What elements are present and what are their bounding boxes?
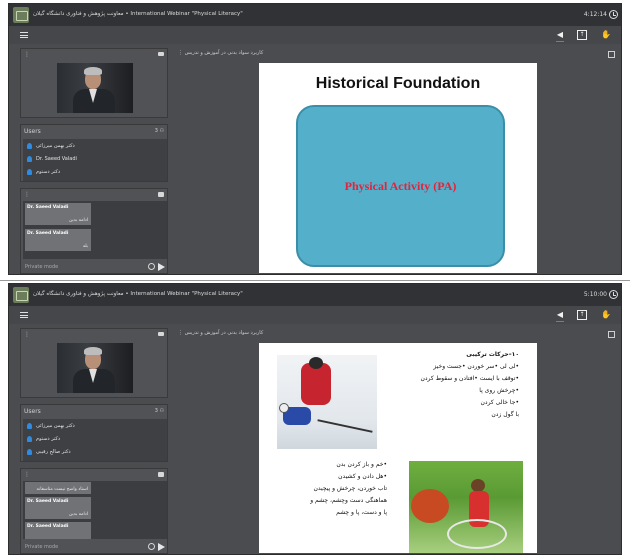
chat-message: Dr. Saeed Valadi ادامه بدین <box>25 497 91 519</box>
slide-bullet: •جا خالی کردن <box>480 399 519 406</box>
fullscreen-icon[interactable] <box>608 331 615 338</box>
university-logo-icon <box>13 287 29 303</box>
slide-bullet: •لی لی •سر خوردن •جست وخیز <box>433 363 519 370</box>
chat-message: استاد واضح نیست متاسفانه <box>25 482 91 494</box>
basketball-photo <box>409 461 523 553</box>
slide-box-text: Physical Activity (PA) <box>344 179 457 193</box>
session-timer: 4:12:14 <box>583 11 607 18</box>
share-screen-icon[interactable]: ↑ <box>577 310 587 320</box>
raise-hand-icon[interactable]: ✋ <box>601 310 611 320</box>
chat-message: Dr. Saeed Valadi ادامه بدین <box>25 203 91 225</box>
chat-input[interactable]: Private mode <box>23 542 167 552</box>
presentation-slide: Historical Foundation Physical Activity … <box>259 63 537 273</box>
chat-messages: Dr. Saeed Valadi ادامه بدین Dr. Saeed Va… <box>23 201 167 259</box>
divider <box>0 280 630 281</box>
user-icon <box>27 436 32 442</box>
presenter-webcam <box>57 63 133 113</box>
slide-bullet: پا و دست، پا و چشم <box>336 509 387 516</box>
share-pod: ⋮ کاربرد سواد بدنی در آموزش و تدریس Hist… <box>174 48 619 274</box>
session-timer: 5:10:00 <box>583 291 607 298</box>
university-logo-icon <box>13 7 29 23</box>
user-icon <box>27 169 32 175</box>
meeting-title: معاونت پژوهش و فناوری دانشگاه گیلان • In… <box>33 291 243 297</box>
slide-bullet: هماهنگی دست وچشم، چشم و <box>310 497 387 504</box>
chat-message: Dr. Saeed Valadi <box>25 522 91 539</box>
user-icon <box>27 423 32 429</box>
slide-box: Physical Activity (PA) <box>296 105 505 267</box>
share-screen-icon[interactable]: ↑ <box>577 30 587 40</box>
user-icon <box>27 143 32 149</box>
attendees-pod: Users 3 ⚇ دکتر بهمن میرزائی دکتر دستوم د… <box>20 404 168 462</box>
users-list: دکتر بهمن میرزائی دکتر دستوم دکتر صالح ر… <box>23 419 167 461</box>
chat-pod: ⋮ استاد واضح نیست متاسفانه Dr. Saeed Val… <box>20 468 168 554</box>
users-heading: Users <box>24 128 41 135</box>
camera-icon[interactable] <box>158 332 164 336</box>
slide-bullet: با گول زدن <box>491 411 519 418</box>
share-pod-title: ⋮ کاربرد سواد بدنی در آموزش و تدریس <box>178 50 264 56</box>
slide-bullet: •چرخش روی پا <box>479 387 519 394</box>
slide-bullet: •خم و باز کردن بدن <box>336 461 387 468</box>
list-item[interactable]: دکتر بهمن میرزائی <box>27 141 75 151</box>
slide-bullet: •توقف با ایست •افتادن و سقوط کردن <box>420 375 519 382</box>
list-item[interactable]: دکتر صالح رقیبی <box>27 447 71 457</box>
slide-bullet: تاب خوردن، چرخش و پیچیدن <box>313 485 388 492</box>
list-item[interactable]: دکتر دستوم <box>27 434 60 444</box>
camera-icon[interactable] <box>158 52 164 56</box>
share-pod: ⋮ کاربرد سواد بدنی در آموزش و تدریس ۱۰–ح… <box>174 328 619 554</box>
pod-menu-icon[interactable]: ⋮ <box>24 331 30 338</box>
clock-icon <box>609 290 618 299</box>
hockey-photo <box>277 355 377 449</box>
speaker-icon[interactable]: ◀ <box>555 30 565 42</box>
video-pod: ⋮ <box>20 328 168 398</box>
chat-icon[interactable] <box>158 192 164 197</box>
video-pod: ⋮ <box>20 48 168 118</box>
user-icon <box>27 449 32 455</box>
attendees-pod: Users 3 ⚇ دکتر بهمن میرزائی Dr. Saeed Va… <box>20 124 168 182</box>
title-bar: معاونت پژوهش و فناوری دانشگاه گیلان • In… <box>9 4 621 26</box>
chat-input[interactable]: Private mode <box>23 262 167 272</box>
pod-menu-icon[interactable]: ⋮ <box>24 471 30 478</box>
emoji-icon[interactable] <box>148 543 155 550</box>
speaker-icon[interactable]: ◀ <box>555 310 565 322</box>
hamburger-menu-icon[interactable] <box>20 32 28 38</box>
user-icon <box>27 156 32 162</box>
chat-pod: ⋮ Dr. Saeed Valadi ادامه بدین Dr. Saeed … <box>20 188 168 274</box>
list-item[interactable]: دکتر بهمن میرزائی <box>27 421 75 431</box>
toolbar: ◀ ↑ ✋ <box>9 26 621 44</box>
webinar-window-2: معاونت پژوهش و فناوری دانشگاه گیلان • In… <box>8 283 622 555</box>
users-count-icon[interactable]: 3 ⚇ <box>155 408 164 414</box>
fullscreen-icon[interactable] <box>608 51 615 58</box>
clock-icon <box>609 10 618 19</box>
webinar-window-1: معاونت پژوهش و فناوری دانشگاه گیلان • In… <box>8 3 622 275</box>
presentation-slide: ۱۰–حرکات ترکیبی •لی لی •سر خوردن •جست وخ… <box>259 343 537 553</box>
chat-messages: استاد واضح نیست متاسفانه Dr. Saeed Valad… <box>23 481 167 539</box>
title-bar: معاونت پژوهش و فناوری دانشگاه گیلان • In… <box>9 284 621 306</box>
meeting-title: معاونت پژوهش و فناوری دانشگاه گیلان • In… <box>33 11 243 17</box>
pod-menu-icon[interactable]: ⋮ <box>24 51 30 58</box>
emoji-icon[interactable] <box>148 263 155 270</box>
list-item[interactable]: دکتر دستوم <box>27 167 60 177</box>
presenter-webcam <box>57 343 133 393</box>
chat-message: Dr. Saeed Valadi بله <box>25 229 91 251</box>
users-list: دکتر بهمن میرزائی Dr. Saeed Valadi دکتر … <box>23 139 167 181</box>
send-icon[interactable] <box>158 263 165 271</box>
pod-menu-icon[interactable]: ⋮ <box>24 191 30 198</box>
slide-bullet: •هل دادن و کشیدن <box>338 473 387 480</box>
users-count-icon[interactable]: 3 ⚇ <box>155 128 164 134</box>
toolbar: ◀ ↑ ✋ <box>9 306 621 324</box>
raise-hand-icon[interactable]: ✋ <box>601 30 611 40</box>
slide-title: Historical Foundation <box>315 75 481 92</box>
hamburger-menu-icon[interactable] <box>20 312 28 318</box>
chat-icon[interactable] <box>158 472 164 477</box>
slide-heading: ۱۰–حرکات ترکیبی <box>466 351 519 358</box>
list-item[interactable]: Dr. Saeed Valadi <box>27 154 77 164</box>
share-pod-title: ⋮ کاربرد سواد بدنی در آموزش و تدریس <box>178 330 264 336</box>
users-heading: Users <box>24 408 41 415</box>
send-icon[interactable] <box>158 543 165 551</box>
